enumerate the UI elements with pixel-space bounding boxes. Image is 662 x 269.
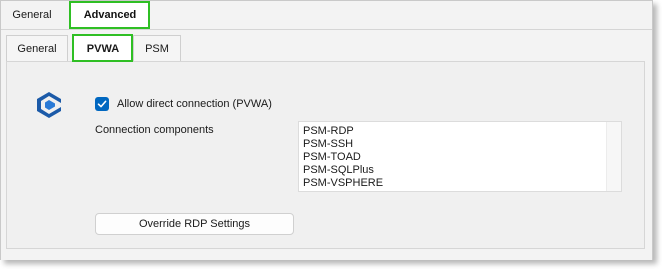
connection-components-label: Connection components <box>95 124 214 136</box>
list-item[interactable]: PSM-RDP <box>303 125 383 138</box>
allow-direct-connection-checkbox[interactable] <box>95 97 109 111</box>
tab-pvwa[interactable]: PVWA <box>73 35 133 62</box>
override-rdp-settings-button[interactable]: Override RDP Settings <box>95 213 294 235</box>
list-scrollbar[interactable] <box>606 122 621 191</box>
list-item[interactable]: PSM-VSPHERE <box>303 177 383 190</box>
tab-general-top[interactable]: General <box>4 3 60 28</box>
connection-components-list[interactable]: PSM-RDP PSM-SSH PSM-TOAD PSM-SQLPlus PSM… <box>298 121 622 192</box>
tab-general-inner[interactable]: General <box>6 35 68 62</box>
tab-advanced[interactable]: Advanced <box>71 3 149 28</box>
cyberark-logo-icon <box>36 91 62 119</box>
list-item[interactable]: PSM-TOAD <box>303 151 383 164</box>
list-item[interactable]: PSM-SSH <box>303 138 383 151</box>
allow-direct-connection-label[interactable]: Allow direct connection (PVWA) <box>117 97 272 112</box>
tab-psm[interactable]: PSM <box>133 35 181 62</box>
list-item[interactable]: PSM-SQLPlus <box>303 164 383 177</box>
checkmark-icon <box>97 100 107 108</box>
